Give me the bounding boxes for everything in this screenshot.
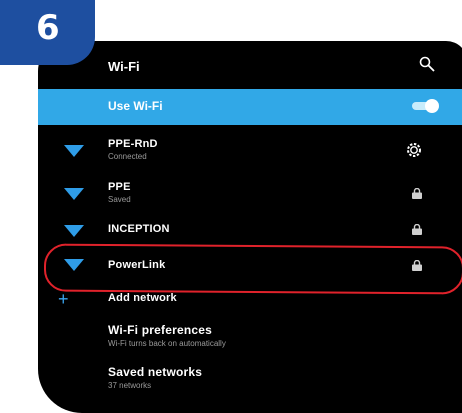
page-title: Wi-Fi: [108, 59, 140, 74]
lock-icon: [412, 224, 422, 235]
network-status: Saved: [108, 195, 131, 204]
network-name: PPE-RnD: [108, 138, 158, 150]
wifi-preferences-row[interactable]: Wi-Fi preferences Wi-Fi turns back on au…: [38, 321, 462, 361]
preferences-title: Wi-Fi preferences: [108, 323, 212, 337]
search-icon[interactable]: [419, 56, 435, 72]
lock-icon: [412, 188, 422, 199]
add-network-row[interactable]: + Add network: [38, 285, 462, 325]
wifi-signal-icon: [64, 145, 84, 157]
network-item-ppe[interactable]: PPE Saved: [38, 176, 462, 216]
network-item-ppe-rnd[interactable]: PPE-RnD Connected: [38, 133, 462, 173]
saved-networks-title: Saved networks: [108, 365, 203, 379]
add-network-label: Add network: [108, 292, 177, 304]
network-name: INCEPTION: [108, 223, 170, 235]
network-name: PPE: [108, 181, 131, 193]
phone-screen: Wi-Fi Use Wi-Fi PPE-RnD Connected PPE Sa…: [38, 41, 462, 413]
wifi-toggle[interactable]: [412, 99, 440, 113]
use-wifi-toggle-row[interactable]: Use Wi-Fi: [38, 89, 462, 125]
step-badge: 6: [0, 0, 95, 65]
saved-networks-row[interactable]: Saved networks 37 networks: [38, 363, 462, 403]
plus-icon: +: [58, 289, 69, 309]
wifi-signal-icon: [64, 225, 84, 237]
wifi-signal-icon: [64, 188, 84, 200]
saved-networks-subtitle: 37 networks: [108, 381, 152, 390]
step-number: 6: [36, 8, 60, 48]
network-status: Connected: [108, 152, 147, 161]
gear-icon[interactable]: [405, 141, 423, 159]
toggle-knob: [425, 99, 439, 113]
preferences-subtitle: Wi-Fi turns back on automatically: [108, 339, 226, 348]
use-wifi-label: Use Wi-Fi: [108, 99, 163, 113]
app-bar: Wi-Fi: [38, 41, 462, 89]
